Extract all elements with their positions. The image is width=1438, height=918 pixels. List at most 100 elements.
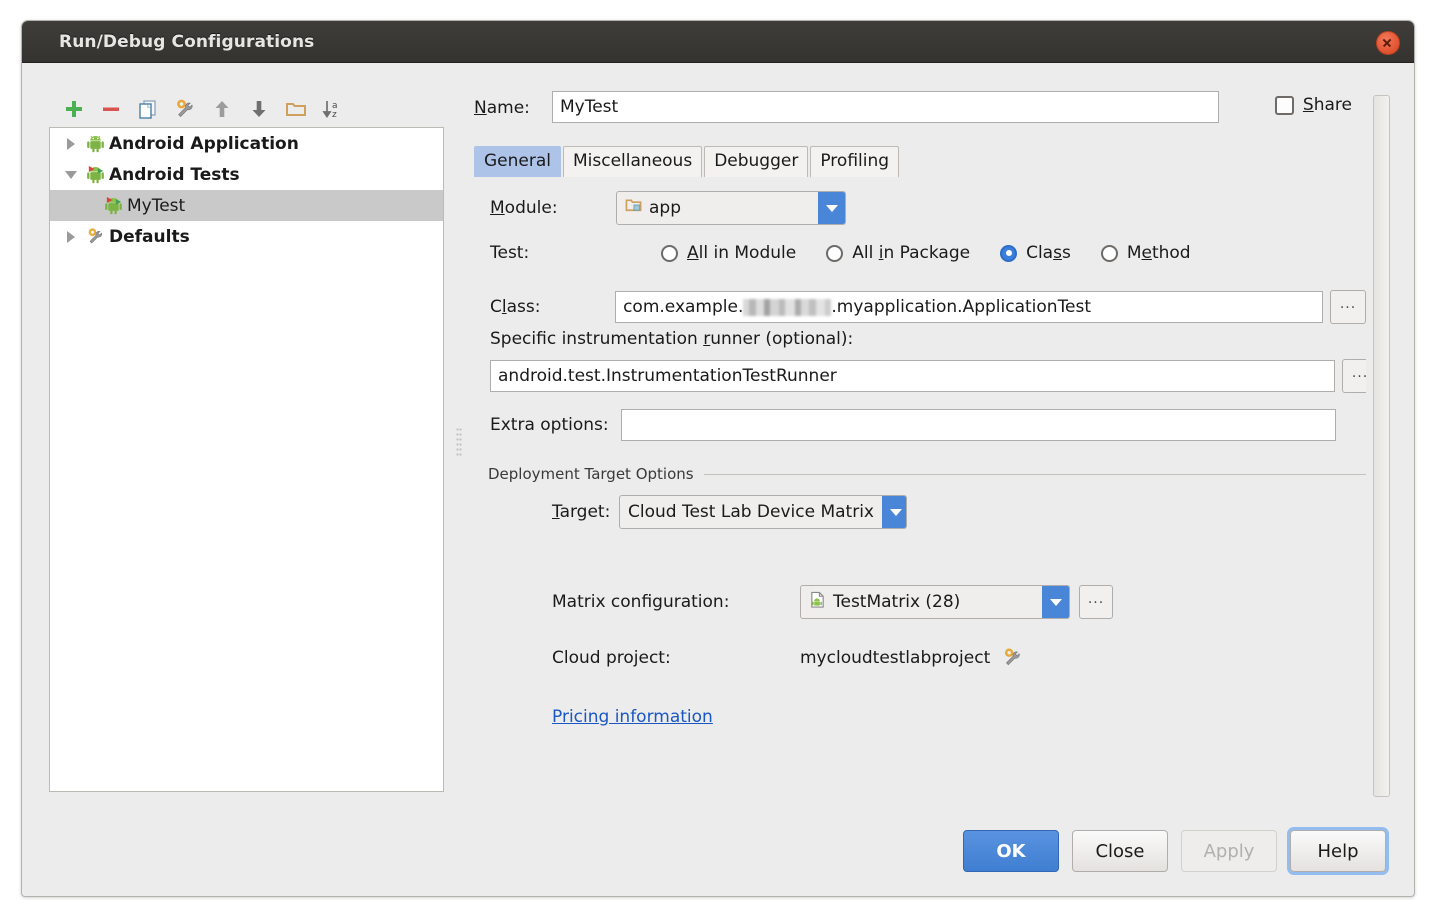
- cloud-project-label: Cloud project:: [552, 647, 671, 668]
- cloud-project-value: mycloudtestlabproject: [800, 647, 991, 668]
- radio-indicator[interactable]: [1000, 244, 1018, 262]
- dialog-title: Run/Debug Configurations: [59, 32, 315, 52]
- runner-input[interactable]: android.test.InstrumentationTestRunner: [490, 360, 1335, 392]
- folder-icon[interactable]: [285, 98, 307, 120]
- general-tab-panel: Module: app Test: All in Module All in P…: [474, 177, 1366, 792]
- class-value-prefix: com.example.: [623, 297, 744, 317]
- close-icon[interactable]: [1376, 31, 1400, 55]
- module-folder-icon: [625, 197, 642, 219]
- matrix-file-icon: [809, 591, 826, 614]
- tab-profiling[interactable]: Profiling: [810, 146, 900, 177]
- arrow-down-icon[interactable]: [248, 98, 270, 120]
- chevron-down-icon[interactable]: [818, 192, 845, 224]
- tree-node-defaults[interactable]: Defaults: [50, 221, 443, 252]
- class-input[interactable]: com.example. .myapplication.ApplicationTe…: [615, 291, 1323, 323]
- expand-arrow-right-icon[interactable]: [58, 137, 84, 150]
- radio-indicator[interactable]: [826, 244, 844, 262]
- configuration-editor-pane: Name: MyTest Share General Miscellaneous…: [474, 91, 1390, 797]
- class-browse-button[interactable]: ...: [1330, 290, 1366, 324]
- matrix-configuration-combobox[interactable]: TestMatrix (28): [800, 585, 1070, 619]
- svg-text:z: z: [332, 110, 337, 120]
- configurations-tree[interactable]: Android Application Android Tests MyTest…: [49, 127, 444, 792]
- collapse-arrow-down-icon[interactable]: [58, 170, 84, 179]
- android-test-icon: [84, 165, 106, 184]
- matrix-configuration-row: Matrix configuration: TestMatrix (28) ..…: [552, 585, 1113, 619]
- wrench-gear-icon[interactable]: [1002, 647, 1023, 668]
- redacted-text: [743, 298, 832, 316]
- class-value-suffix: .myapplication.ApplicationTest: [831, 297, 1092, 317]
- sort-az-icon[interactable]: a z: [322, 98, 344, 120]
- form-scrollbar-thumb[interactable]: [1373, 95, 1390, 797]
- pane-splitter[interactable]: [452, 91, 466, 792]
- dialog-button-bar: OK Close Apply Help: [963, 830, 1386, 872]
- tab-miscellaneous[interactable]: Miscellaneous: [563, 146, 703, 177]
- splitter-handle-icon[interactable]: [456, 426, 462, 457]
- tree-node-label: Android Tests: [109, 164, 240, 185]
- runner-browse-button[interactable]: ...: [1342, 359, 1366, 393]
- radio-indicator[interactable]: [661, 244, 678, 262]
- radio-label: Method: [1126, 243, 1191, 263]
- tree-node-label: Android Application: [109, 133, 299, 154]
- name-label: Name:: [474, 98, 530, 118]
- target-label: Target:: [552, 502, 611, 522]
- module-value: app: [649, 198, 681, 218]
- share-checkbox[interactable]: [1274, 95, 1294, 115]
- radio-label: All in Package: [852, 243, 971, 263]
- runner-label: Specific instrumentation runner (optiona…: [490, 329, 854, 349]
- arrow-up-icon[interactable]: [211, 98, 233, 120]
- tree-node-mytest[interactable]: MyTest: [50, 190, 443, 221]
- matrix-configuration-value: TestMatrix (28): [833, 592, 961, 612]
- chevron-down-icon[interactable]: [882, 496, 906, 528]
- radio-all-in-package[interactable]: All in Package: [826, 243, 970, 263]
- dialog-body: a z Android Application Android Tests My…: [22, 63, 1414, 896]
- copy-icon[interactable]: [137, 98, 159, 120]
- close-button[interactable]: Close: [1072, 830, 1168, 872]
- radio-class[interactable]: Class: [1000, 243, 1071, 263]
- android-icon: [84, 134, 106, 153]
- wrench-gear-icon: [84, 227, 106, 246]
- minus-icon[interactable]: [100, 98, 122, 120]
- wrench-gear-icon[interactable]: [174, 98, 196, 120]
- class-label: Class:: [490, 297, 541, 317]
- runner-row: android.test.InstrumentationTestRunner .…: [490, 359, 1366, 393]
- test-label: Test:: [490, 243, 530, 263]
- target-value: Cloud Test Lab Device Matrix: [628, 502, 874, 522]
- android-test-icon: [102, 196, 124, 215]
- tab-debugger[interactable]: Debugger: [704, 146, 809, 177]
- help-button[interactable]: Help: [1290, 830, 1386, 872]
- radio-method[interactable]: Method: [1100, 243, 1191, 263]
- share-checkbox-row[interactable]: Share: [1274, 95, 1352, 115]
- group-divider: [703, 473, 1366, 475]
- target-combobox[interactable]: Cloud Test Lab Device Matrix: [619, 495, 907, 529]
- ok-button[interactable]: OK: [963, 830, 1059, 872]
- plus-icon[interactable]: [63, 98, 85, 120]
- form-scrollbar[interactable]: [1370, 93, 1390, 797]
- configurations-pane: a z Android Application Android Tests My…: [49, 91, 444, 792]
- share-label: Share: [1302, 95, 1352, 115]
- name-row: Name: MyTest Share: [474, 91, 1390, 125]
- matrix-configuration-label: Matrix configuration:: [552, 592, 730, 612]
- run-debug-configurations-dialog: Run/Debug Configurations a z Android App…: [21, 20, 1415, 897]
- radio-label: Class: [1026, 243, 1071, 263]
- extra-options-input[interactable]: [620, 409, 1336, 441]
- radio-all-in-module[interactable]: All in Module: [661, 243, 796, 263]
- module-row: Module: app: [490, 191, 846, 225]
- name-input[interactable]: MyTest: [552, 91, 1219, 123]
- deployment-target-group-header: Deployment Target Options: [488, 465, 1366, 483]
- pricing-information-link[interactable]: Pricing information: [552, 707, 713, 727]
- chevron-down-icon[interactable]: [1042, 586, 1069, 618]
- tree-node-android-tests[interactable]: Android Tests: [50, 159, 443, 190]
- tree-node-android-application[interactable]: Android Application: [50, 128, 443, 159]
- radio-indicator[interactable]: [1100, 244, 1118, 262]
- cloud-project-row: Cloud project: mycloudtestlabproject: [552, 647, 1023, 668]
- module-combobox[interactable]: app: [616, 191, 846, 225]
- pricing-link-row: Pricing information: [552, 707, 713, 727]
- matrix-configuration-browse-button[interactable]: ...: [1079, 585, 1113, 619]
- tab-general[interactable]: General: [474, 146, 561, 177]
- apply-button: Apply: [1181, 830, 1277, 872]
- tree-toolbar: a z: [49, 91, 444, 127]
- expand-arrow-right-icon[interactable]: [58, 230, 84, 243]
- deployment-target-group-title: Deployment Target Options: [488, 465, 694, 483]
- editor-tabs: General Miscellaneous Debugger Profiling: [474, 143, 1366, 178]
- extra-options-label: Extra options:: [490, 415, 609, 435]
